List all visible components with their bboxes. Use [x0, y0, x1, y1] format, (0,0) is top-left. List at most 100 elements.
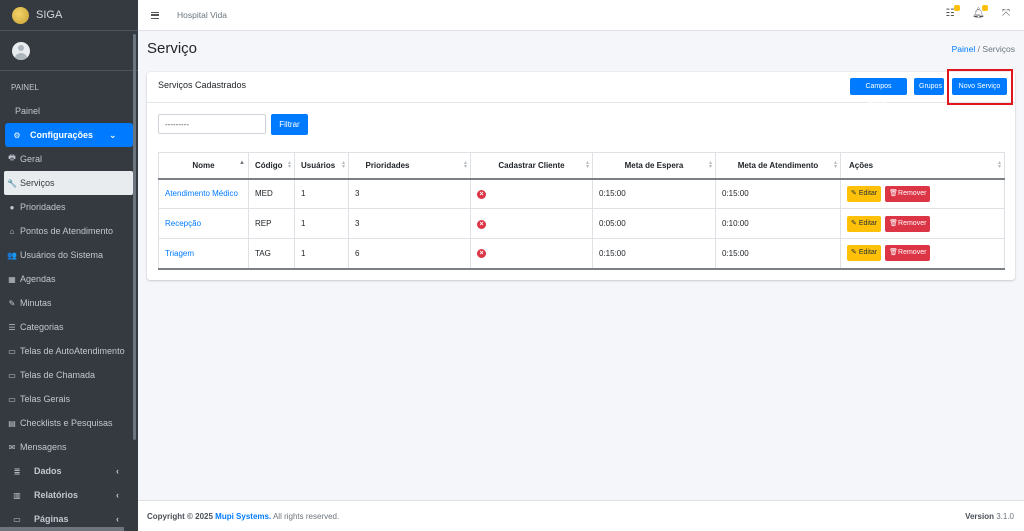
column-header-meta-atendimento[interactable]: Meta de Atendimento ▴ ▾: [715, 152, 841, 180]
bell-icon[interactable]: 🔔︎: [972, 5, 988, 20]
highlight-box: [947, 69, 1013, 105]
edit-button[interactable]: ✎ Editar: [847, 215, 882, 232]
sidebar-item-categorias[interactable]: ☰ Categorias: [4, 315, 133, 339]
sidebar-item-configuracoes[interactable]: ⚙ Configurações ⌄: [5, 123, 133, 147]
fullscreen-icon[interactable]: ⤧: [1000, 8, 1012, 20]
sidebar-item-label: Categorias: [20, 322, 64, 332]
service-target: 0:15:00: [715, 238, 841, 270]
sidebar-item-label: Usuários do Sistema: [20, 250, 104, 260]
column-header-cadastrar-cliente[interactable]: Cadastrar Cliente ▴ ▾: [470, 152, 593, 180]
sidebar-item-telas-gerais[interactable]: ▭ Telas Gerais: [4, 387, 133, 411]
service-users: 1: [294, 208, 349, 239]
sidebar-item-label: Checklists e Pesquisas: [20, 418, 113, 428]
sidebar-item-minutas[interactable]: ✎ Minutas: [4, 291, 133, 315]
x-circle-icon: ×: [477, 189, 486, 199]
sidebar-item-label: Configurações: [30, 130, 94, 140]
card-title: Serviços Cadastrados: [158, 80, 247, 90]
service-users: 1: [294, 178, 349, 209]
column-header-codigo[interactable]: Código ▴ ▾: [248, 152, 295, 180]
service-name-link[interactable]: Recepção: [158, 208, 249, 239]
sidebar-item-mensagens[interactable]: ✉ Mensagens: [4, 435, 133, 459]
avatar[interactable]: [12, 41, 30, 60]
sidebar-group-relat-rios[interactable]: ▥ Relatórios ‹: [5, 483, 133, 507]
sidebar-group-dados[interactable]: ≣ Dados ‹: [5, 459, 133, 483]
service-name-link[interactable]: Atendimento Médico: [158, 178, 249, 209]
layers-icon: ☰: [8, 322, 16, 332]
edit-icon: ✎: [8, 298, 16, 308]
page-title: Serviço: [147, 40, 198, 57]
card-header: Serviços Cadastrados Campos Extras Grupo…: [147, 69, 1015, 107]
sidebar-item-usu-rios-do-sistema[interactable]: 👥 Usuários do Sistema: [4, 243, 133, 267]
remove-button[interactable]: 🗑︎Remover: [885, 245, 931, 262]
sidebar-item-label: Mensagens: [20, 442, 67, 452]
sidebar-scrollbar[interactable]: [133, 34, 136, 440]
actions-cell: ✎ Editar 🗑︎Remover: [840, 208, 1005, 239]
edit-icon: ✎: [851, 249, 857, 257]
notifications-badge: [982, 5, 988, 11]
sidebar-item-servi-os[interactable]: 🔧 Serviços: [4, 171, 133, 195]
remove-button[interactable]: 🗑︎Remover: [885, 185, 931, 202]
sidebar-item-prioridades[interactable]: ● Prioridades: [4, 195, 133, 219]
sidebar-item-label: Minutas: [20, 298, 52, 308]
x-circle-icon: ×: [477, 219, 486, 229]
filter-button[interactable]: Filtrar: [271, 114, 308, 135]
wait-target: 0:05:00: [592, 208, 716, 239]
home-icon: ⌂: [9, 226, 15, 236]
database-icon: ≣: [13, 466, 21, 476]
sidebar-group-label: Relatórios: [34, 490, 79, 500]
sidebar-group-label: Dados: [34, 466, 62, 476]
logo-icon: [12, 6, 29, 24]
services-card: Serviços Cadastrados Campos Extras Grupo…: [147, 69, 1015, 280]
breadcrumb-separator: /: [977, 44, 981, 54]
actions-cell: ✎ Editar 🗑︎Remover: [840, 178, 1005, 209]
desktop-icon: ▭: [13, 514, 21, 524]
info-circle-icon: ●: [9, 202, 15, 212]
service-priorities: 3: [348, 208, 471, 239]
wait-target: 0:15:00: [592, 238, 716, 270]
service-target: 0:15:00: [715, 178, 841, 209]
extra-fields-button[interactable]: Campos Extras: [850, 78, 907, 107]
version-text: Version 3.1.0: [965, 512, 1014, 521]
edit-icon: ✎: [851, 189, 857, 197]
brand-name: SIGA: [36, 9, 63, 21]
envelope-icon: ✉: [8, 442, 16, 452]
user-panel: [0, 31, 138, 71]
sidebar-item-geral[interactable]: 🖶 Geral: [4, 147, 133, 171]
groups-button[interactable]: Grupos: [914, 78, 944, 95]
sidebar-item-label: Serviços: [20, 178, 55, 188]
company-link[interactable]: Mupi Systems.: [215, 512, 271, 521]
remove-button[interactable]: 🗑︎Remover: [885, 215, 931, 232]
sidebar-item-agendas[interactable]: ▦ Agendas: [4, 267, 133, 291]
sidebar-item-painel[interactable]: Painel: [5, 99, 133, 123]
sidebar-item-pontos-de-atendimento[interactable]: ⌂ Pontos de Atendimento: [4, 219, 133, 243]
sidebar-item-telas-de-chamada[interactable]: ▭ Telas de Chamada: [4, 363, 133, 387]
filter-select[interactable]: [158, 114, 266, 134]
footer: Copyright © 2025 Mupi Systems. All right…: [138, 500, 1024, 531]
top-navbar: Hospital Vida ☷ 🔔︎ ⤧: [138, 0, 1024, 31]
column-header-acoes[interactable]: Ações ▴ ▾: [840, 152, 1005, 180]
breadcrumb-home-link[interactable]: Painel: [952, 44, 976, 54]
actions-cell: ✎ Editar 🗑︎Remover: [840, 238, 1005, 270]
service-users: 1: [294, 238, 349, 270]
brand-link[interactable]: SIGA: [0, 0, 138, 31]
column-header-meta-espera[interactable]: Meta de Espera ▴ ▾: [592, 152, 716, 180]
wrench-icon: 🔧: [7, 178, 17, 188]
gears-icon: ⚙: [13, 130, 21, 140]
service-name-link[interactable]: Triagem: [158, 238, 249, 270]
copyright-text: Copyright © 2025 Mupi Systems. All right…: [147, 512, 340, 521]
sidebar-horizontal-scrollbar[interactable]: [0, 527, 124, 531]
edit-button[interactable]: ✎ Editar: [847, 245, 882, 262]
column-header-usuarios[interactable]: Usuários ▴ ▾: [294, 152, 349, 180]
wait-target: 0:15:00: [592, 178, 716, 209]
column-header-prioridades[interactable]: Prioridades ▴ ▾: [348, 152, 471, 180]
column-header-nome[interactable]: Nome ▲: [158, 152, 249, 180]
service-priorities: 6: [348, 238, 471, 270]
menu-icon[interactable]: [151, 11, 159, 19]
sidebar: SIGA PAINEL Painel ⚙ Configurações ⌄ 🖶 Ge…: [0, 0, 138, 531]
edit-button[interactable]: ✎ Editar: [847, 185, 882, 202]
sidebar-item-checklists-e-pesquisas[interactable]: ▤ Checklists e Pesquisas: [4, 411, 133, 435]
service-target: 0:10:00: [715, 208, 841, 239]
sidebar-item-telas-de-autoatendimento[interactable]: ▭ Telas de AutoAtendimento: [4, 339, 133, 363]
chart-icon: ▥: [13, 490, 21, 500]
tasks-icon[interactable]: ☷: [944, 5, 960, 20]
